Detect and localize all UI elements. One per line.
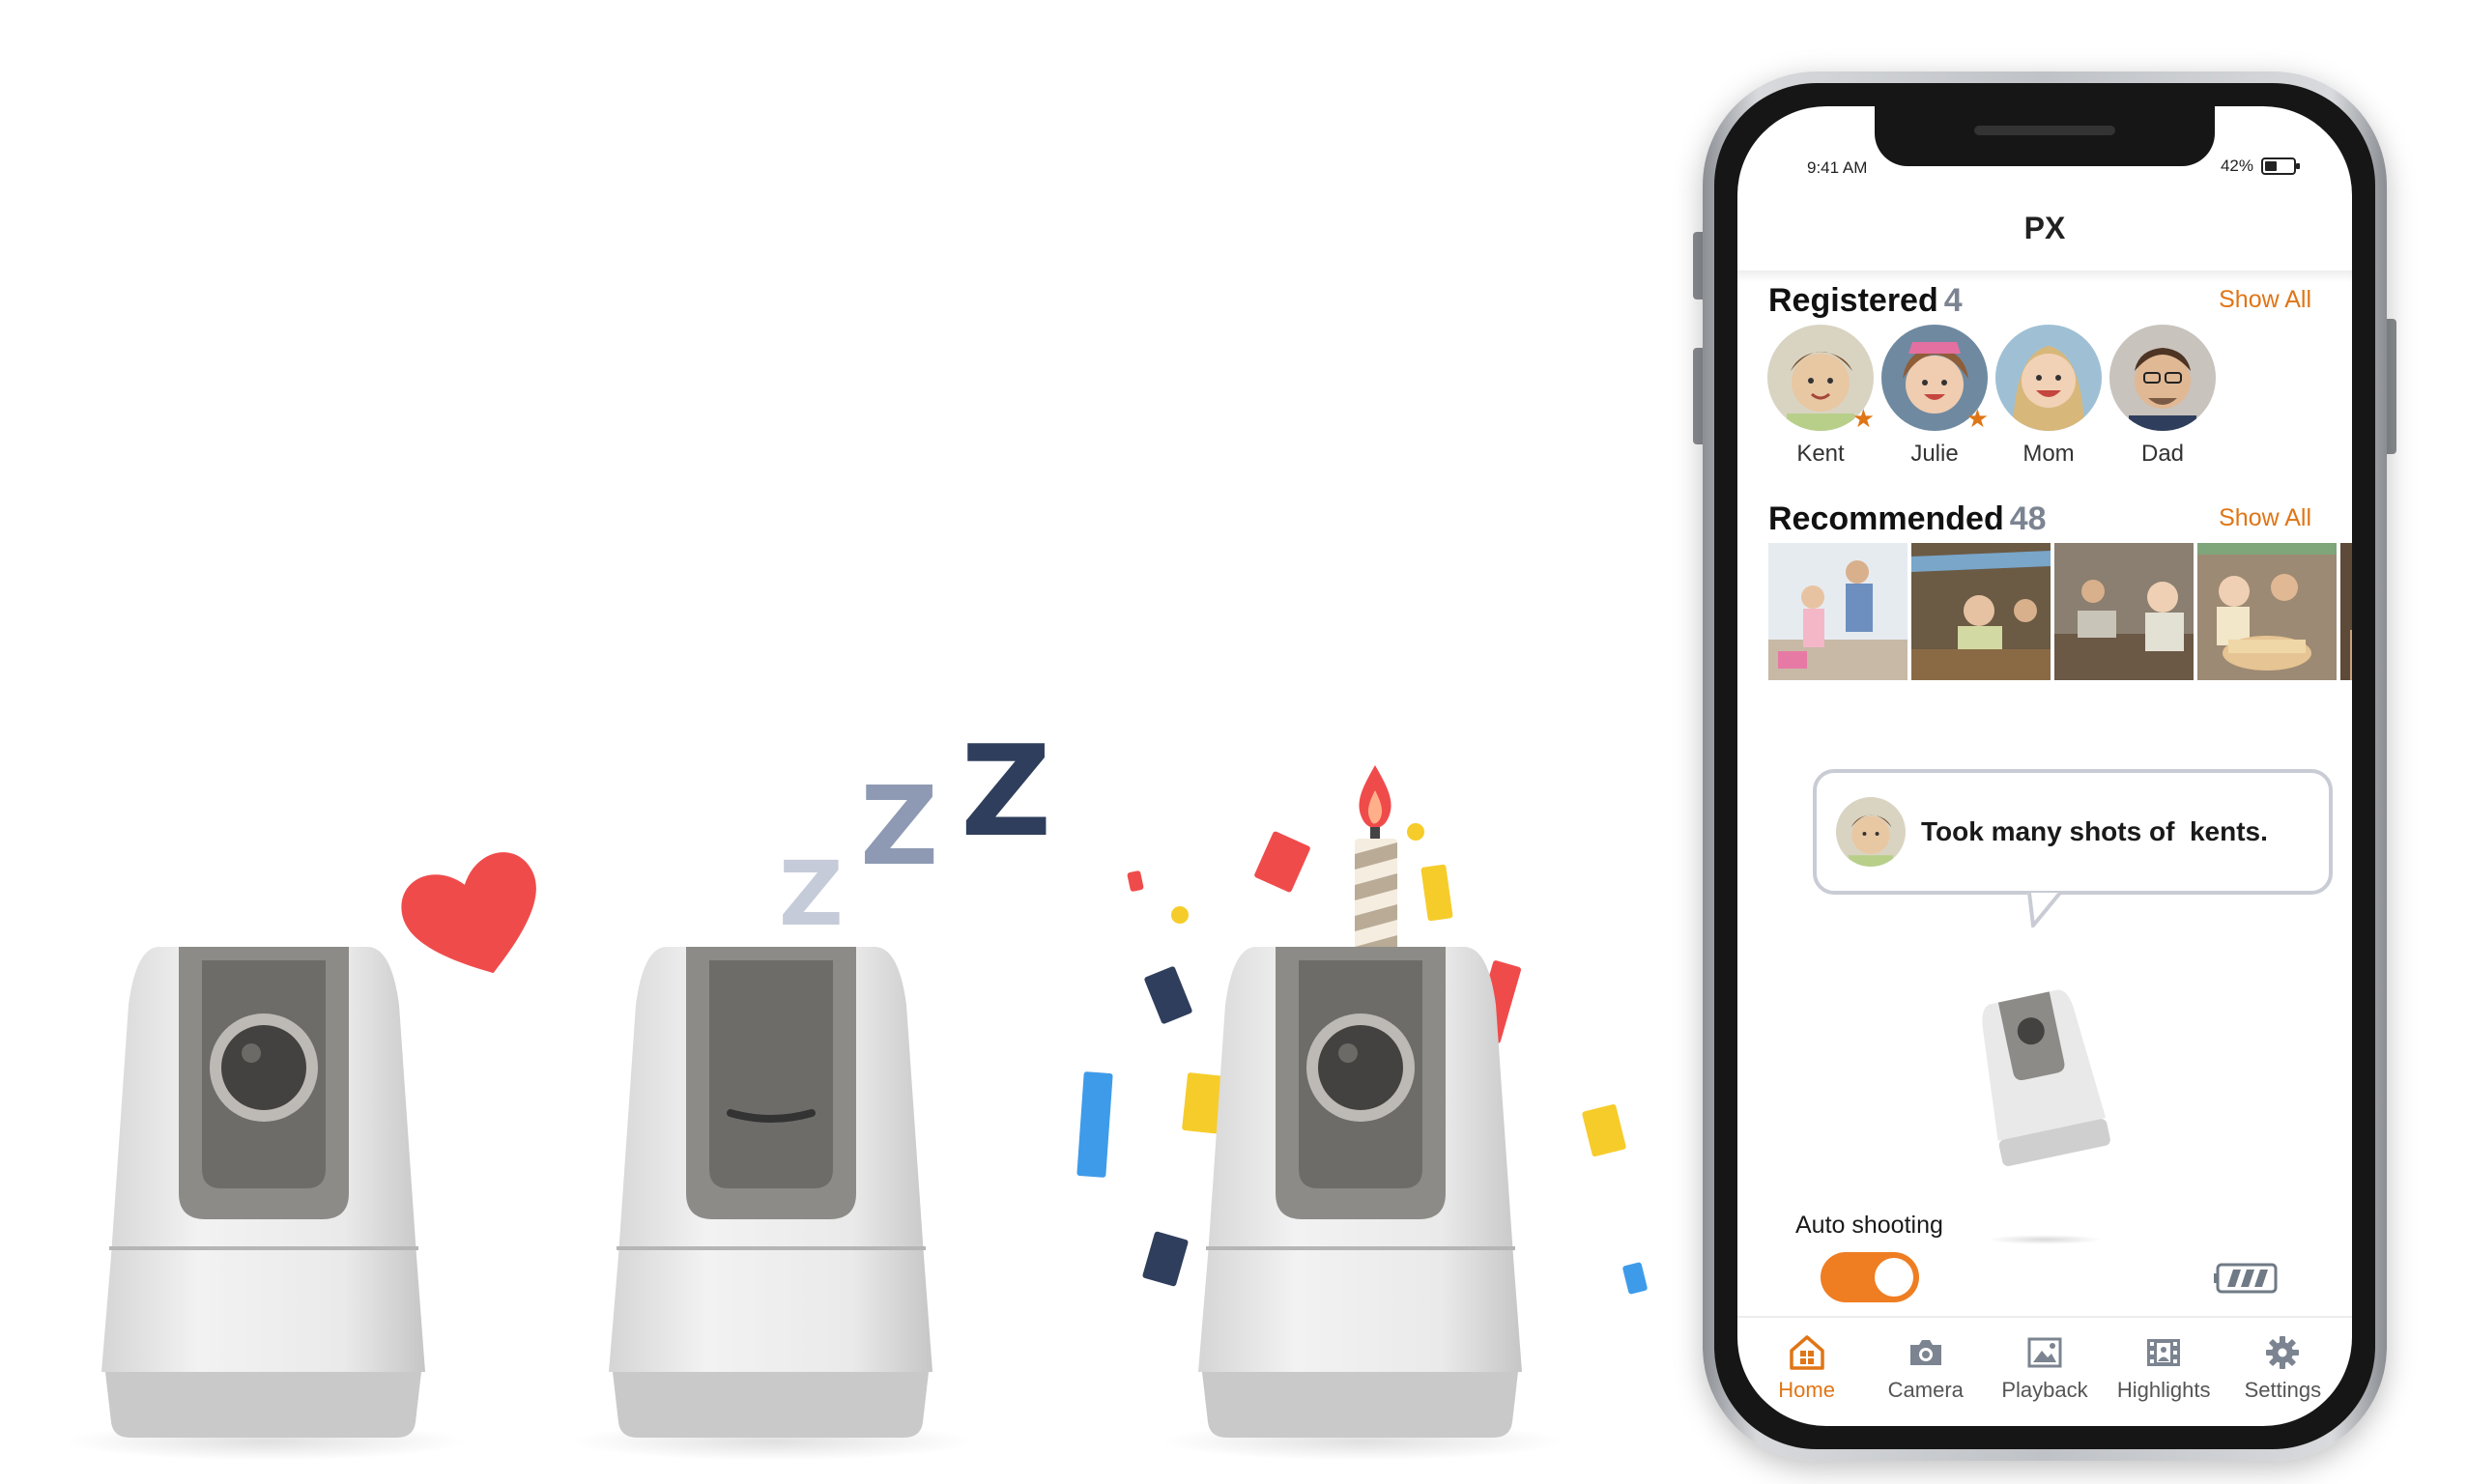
camera-device-thumbnail [1982, 989, 2110, 1167]
tab-home[interactable]: Home [1749, 1318, 1865, 1422]
avatar [1995, 325, 2102, 431]
recommended-title: Recommended [1768, 500, 2004, 537]
photo-thumbnail[interactable] [2340, 543, 2352, 680]
home-icon [1789, 1335, 1824, 1370]
playback-icon [2027, 1337, 2062, 1368]
status-battery: 42% [2220, 157, 2300, 176]
kent-avatar [1836, 797, 1906, 867]
sleep-z-medium: Z [860, 764, 939, 890]
status-time: 9:41 AM [1807, 158, 1868, 177]
confetti-piece [1076, 1071, 1113, 1178]
tab-highlights[interactable]: Highlights [2106, 1318, 2222, 1422]
camera-device-sleeping [570, 947, 976, 1461]
activity-message: Took many shots of kents. [1921, 816, 2268, 846]
person-kent[interactable]: ★ Kent [1766, 325, 1875, 468]
person-name: Mom [2022, 441, 2075, 467]
registered-show-all-link[interactable]: Show All [2219, 286, 2311, 314]
gear-icon [2266, 1336, 2300, 1369]
auto-shooting-toggle[interactable] [1821, 1252, 1919, 1302]
tab-playback[interactable]: Playback [1987, 1318, 2103, 1422]
tab-label: Playback [2001, 1378, 2088, 1402]
photo-thumbnail[interactable] [2054, 543, 2194, 680]
registered-title: Registered [1768, 282, 1938, 319]
sleep-z-large: Z [961, 718, 1052, 865]
tab-label: Home [1778, 1378, 1835, 1402]
confetti-piece [1127, 870, 1144, 893]
person-mom[interactable]: Mom [1994, 325, 2103, 468]
person-name: Dad [2140, 441, 2185, 467]
auto-shooting-label: Auto shooting [1795, 1212, 1943, 1239]
person-name: Kent [1796, 441, 1845, 467]
page-title: PX [2023, 211, 2066, 245]
battery-percent: 42% [2220, 157, 2253, 175]
photo-thumbnail[interactable] [2197, 543, 2337, 680]
tab-label: Settings [2244, 1378, 2322, 1402]
battery-icon [2261, 157, 2300, 175]
tab-camera[interactable]: Camera [1868, 1318, 1984, 1422]
bottom-tab-bar: Home Camera Playback Highlights Settings [1737, 1316, 2352, 1422]
tab-label: Camera [1887, 1378, 1964, 1402]
recommended-header: Recommended 48 [1768, 500, 2047, 538]
phone-notch [1875, 106, 2215, 166]
confetti-piece [1420, 864, 1453, 922]
person-name: Julie [1910, 441, 1959, 467]
confetti-piece [1171, 906, 1189, 924]
confetti-piece [1141, 1231, 1190, 1287]
recommended-show-all-link[interactable]: Show All [2219, 504, 2311, 532]
tab-label: Highlights [2116, 1378, 2211, 1402]
favorite-star-icon: ★ [1851, 404, 1875, 433]
highlights-icon [2147, 1339, 2181, 1366]
camera-device-love [63, 947, 469, 1461]
tab-settings[interactable]: Settings [2224, 1318, 2340, 1422]
photo-thumbnail[interactable] [1768, 543, 1908, 680]
confetti-piece [1621, 1262, 1649, 1295]
camera-device-party [1160, 947, 1565, 1461]
bubble-tail [2027, 891, 2062, 928]
registered-header: Registered 4 [1768, 282, 1963, 320]
recommended-count: 48 [2009, 500, 2047, 537]
activity-bubble: Took many shots of kents. [1813, 769, 2333, 895]
camera-battery-icon [2214, 1263, 2278, 1294]
phone-frame: 9:41 AM 42% PX Registered 4 Show All ★ Ke… [1703, 71, 2387, 1461]
confetti-piece [1143, 965, 1193, 1025]
recommended-photo-strip [1768, 543, 2352, 680]
camera-icon [1909, 1340, 1941, 1365]
sleep-z-small: Z [779, 842, 844, 946]
confetti-piece [1581, 1103, 1627, 1157]
photo-thumbnail[interactable] [1911, 543, 2051, 680]
registered-count: 4 [1943, 282, 1963, 319]
avatar [2109, 325, 2216, 431]
app-screen: 9:41 AM 42% PX Registered 4 Show All ★ Ke… [1737, 106, 2352, 1426]
person-julie[interactable]: ★ Julie [1880, 325, 1989, 468]
confetti-piece [1253, 830, 1311, 894]
person-dad[interactable]: Dad [2108, 325, 2217, 468]
favorite-star-icon: ★ [1965, 404, 1989, 433]
birthday-candle [1355, 765, 1397, 962]
